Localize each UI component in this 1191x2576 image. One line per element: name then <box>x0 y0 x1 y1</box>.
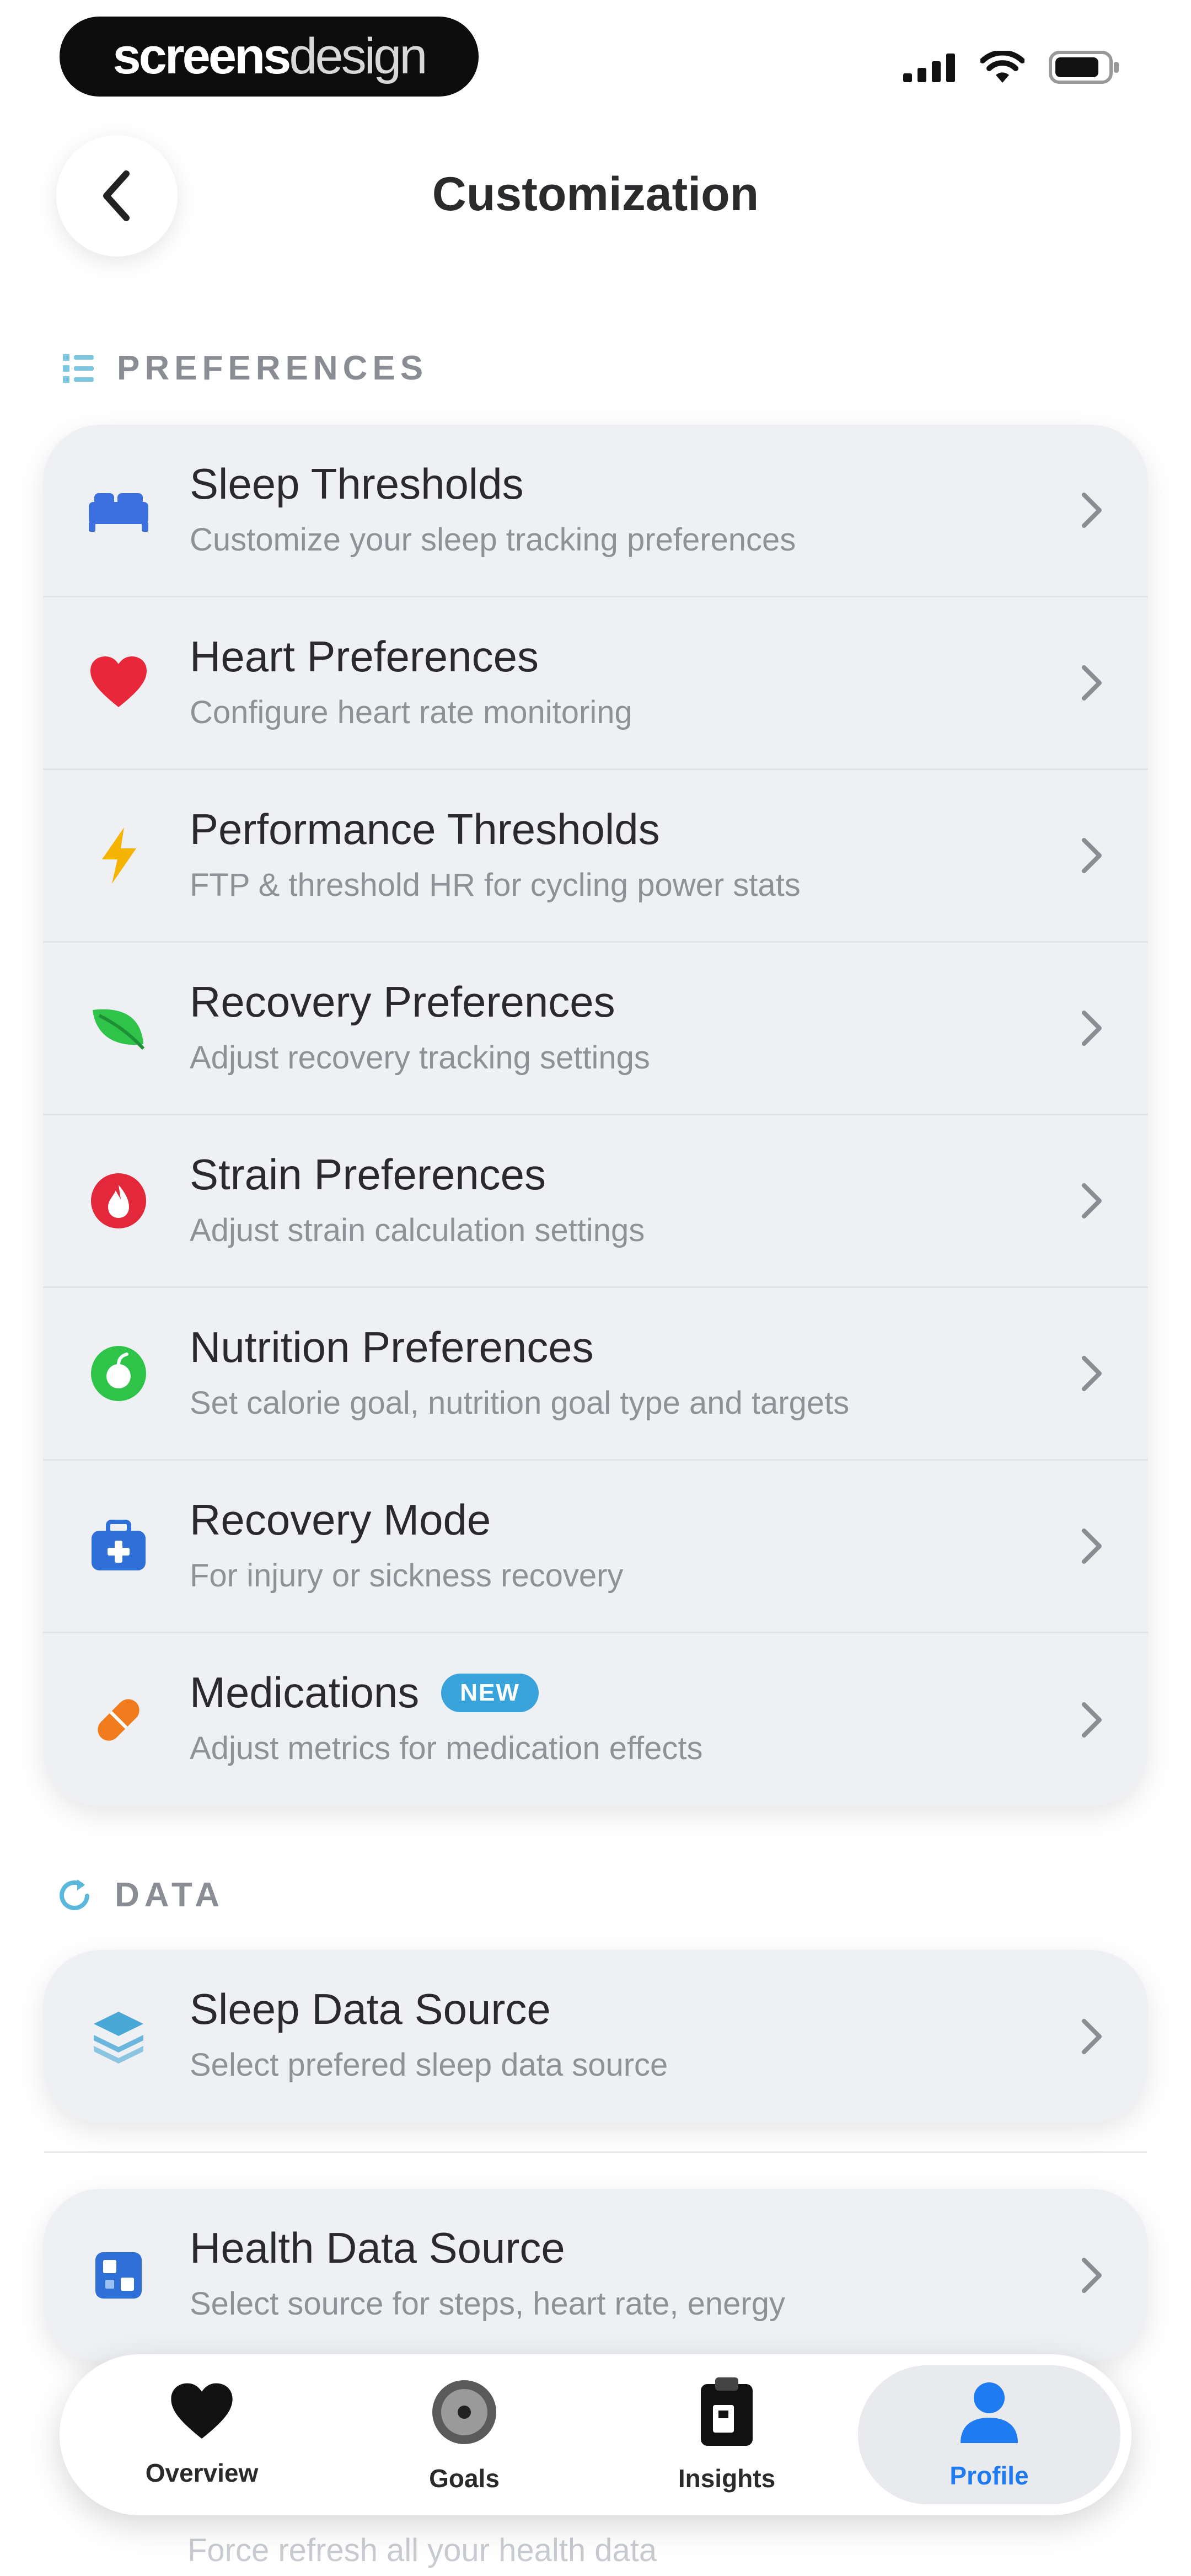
row-title: Health Data Source <box>190 2224 565 2272</box>
tab-insights[interactable]: Insights <box>596 2365 858 2504</box>
chevron-right-icon <box>1082 1183 1102 1218</box>
row-title: Recovery Preferences <box>190 977 615 1026</box>
row-subtitle: Adjust metrics for medication effects <box>190 1730 703 1766</box>
chevron-right-icon <box>1082 838 1102 873</box>
partial-row-subtitle: Force refresh all your health data <box>187 2532 657 2568</box>
medkit-icon <box>83 1510 154 1582</box>
nav-header: Customization <box>0 119 1191 268</box>
row-title: Sleep Thresholds <box>190 459 524 508</box>
row-subtitle: For injury or sickness recovery <box>190 1558 624 1594</box>
chevron-right-icon <box>1082 1011 1102 1046</box>
tab-bar: Overview Goals Insights Profile <box>60 2354 1131 2515</box>
row-nutrition-preferences[interactable]: Nutrition Preferences Set calorie goal, … <box>43 1288 1148 1461</box>
row-title: Nutrition Preferences <box>190 1323 594 1371</box>
row-title: Medications <box>190 1668 420 1717</box>
row-recovery-preferences[interactable]: Recovery Preferences Adjust recovery tra… <box>43 943 1148 1115</box>
row-medications[interactable]: Medications NEW Adjust metrics for medic… <box>43 1633 1148 1806</box>
row-recovery-mode[interactable]: Recovery Mode For injury or sickness rec… <box>43 1461 1148 1633</box>
battery-icon <box>1049 51 1119 84</box>
brand-logo: screens design <box>60 17 479 97</box>
status-icons <box>903 51 1120 84</box>
chevron-right-icon <box>1082 1702 1102 1738</box>
status-bar: screens design <box>0 0 1191 110</box>
divider <box>44 2151 1147 2153</box>
health-data-card: Health Data Source Select source for ste… <box>43 2189 1148 2361</box>
section-label: DATA <box>115 1876 224 1914</box>
tab-goals[interactable]: Goals <box>333 2365 596 2504</box>
signal-icon <box>903 54 955 82</box>
row-title: Strain Preferences <box>190 1150 546 1199</box>
row-sleep-data-source[interactable]: Sleep Data Source Select prefered sleep … <box>43 1950 1148 2123</box>
list-icon <box>63 354 94 383</box>
row-title: Sleep Data Source <box>190 1985 551 2033</box>
section-label: PREFERENCES <box>117 349 428 387</box>
chevron-right-icon <box>1082 1529 1102 1564</box>
row-title: Performance Thresholds <box>190 805 660 853</box>
heart-icon <box>171 2383 233 2439</box>
row-subtitle: Adjust recovery tracking settings <box>190 1040 650 1076</box>
refresh-icon <box>60 1879 89 1910</box>
layers-icon <box>83 2001 154 2072</box>
bolt-icon <box>83 820 154 891</box>
row-title: Heart Preferences <box>190 632 539 681</box>
chevron-right-icon <box>1082 2257 1102 2293</box>
person-icon <box>961 2382 1018 2443</box>
leaf-icon <box>83 992 154 1064</box>
brand-logo-part2: design <box>289 28 427 84</box>
tab-label: Goals <box>429 2464 500 2493</box>
chevron-right-icon <box>1082 493 1102 528</box>
row-subtitle: Configure heart rate monitoring <box>190 694 632 730</box>
data-card: Sleep Data Source Select prefered sleep … <box>43 1950 1148 2123</box>
section-header-preferences: PREFERENCES <box>61 349 428 388</box>
row-subtitle: Set calorie goal, nutrition goal type an… <box>190 1385 850 1421</box>
row-subtitle: Select source for steps, heart rate, ene… <box>190 2286 785 2322</box>
brand-logo-part1: screens <box>112 28 292 84</box>
row-title: Recovery Mode <box>190 1495 491 1544</box>
page-title: Customization <box>432 168 759 221</box>
bed-icon <box>83 474 154 546</box>
tab-label: Insights <box>678 2464 776 2493</box>
tab-overview[interactable]: Overview <box>71 2365 333 2504</box>
new-badge: NEW <box>441 1673 539 1712</box>
row-sleep-thresholds[interactable]: Sleep Thresholds Customize your sleep tr… <box>43 425 1148 597</box>
chevron-right-icon <box>1082 1356 1102 1391</box>
row-strain-preferences[interactable]: Strain Preferences Adjust strain calcula… <box>43 1115 1148 1288</box>
chevron-right-icon <box>1082 2018 1102 2054</box>
section-header-data: DATA <box>55 1875 224 1915</box>
health-data-icon <box>83 2240 154 2311</box>
row-heart-preferences[interactable]: Heart Preferences Configure heart rate m… <box>43 597 1148 770</box>
row-subtitle: Adjust strain calculation settings <box>190 1212 645 1248</box>
wifi-icon <box>980 51 1024 83</box>
nutrition-icon <box>83 1338 154 1409</box>
pill-icon <box>83 1684 154 1756</box>
heart-icon <box>83 647 154 719</box>
clipboard-icon <box>701 2377 753 2446</box>
row-health-data-source[interactable]: Health Data Source Select source for ste… <box>43 2189 1148 2361</box>
tab-profile[interactable]: Profile <box>858 2365 1120 2504</box>
chevron-right-icon <box>1082 665 1102 701</box>
flame-icon <box>83 1165 154 1237</box>
row-subtitle: Select prefered sleep data source <box>190 2047 668 2083</box>
tab-label: Overview <box>145 2459 259 2487</box>
row-performance-thresholds[interactable]: Performance Thresholds FTP & threshold H… <box>43 770 1148 943</box>
preferences-card: Sleep Thresholds Customize your sleep tr… <box>43 425 1148 1806</box>
row-subtitle: FTP & threshold HR for cycling power sta… <box>190 867 801 903</box>
tab-label: Profile <box>949 2461 1029 2490</box>
target-icon <box>432 2380 496 2444</box>
row-subtitle: Customize your sleep tracking preference… <box>190 522 796 558</box>
